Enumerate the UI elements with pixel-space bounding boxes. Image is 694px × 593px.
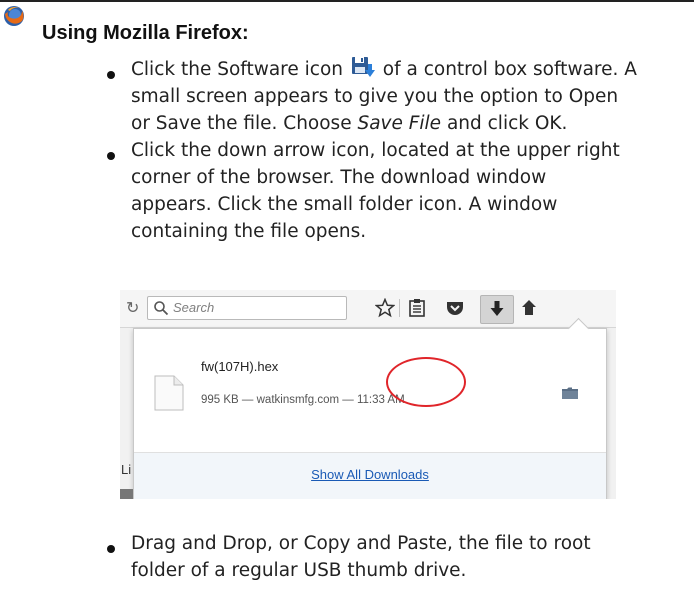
step-1-line-2: small screen appears to give you the opt…	[131, 86, 619, 107]
step-3-line-1: Drag and Drop, or Copy and Paste, the fi…	[131, 533, 591, 554]
download-file-name[interactable]: fw(107H).hex	[201, 359, 278, 374]
background-text: Li	[121, 462, 132, 477]
browser-toolbar: ↻ Search	[120, 290, 616, 328]
step-2-text: Click the down arrow icon, located at th…	[131, 137, 691, 245]
search-icon	[154, 301, 169, 316]
search-input[interactable]: Search	[147, 296, 347, 320]
show-all-downloads-link[interactable]: Show All Downloads	[134, 467, 606, 482]
toolbar-separator	[399, 299, 400, 317]
software-download-icon	[351, 57, 375, 77]
search-placeholder: Search	[173, 300, 215, 315]
step-2-line-2: corner of the browser. The download wind…	[131, 167, 547, 188]
download-button[interactable]	[480, 295, 514, 324]
background-strip	[120, 489, 133, 499]
step-1-line-1b: of a control box software. A	[382, 59, 637, 80]
panel-footer: Show All Downloads	[134, 453, 606, 499]
step-2-line-4: containing the file opens.	[131, 221, 367, 242]
bookmark-star-icon[interactable]	[375, 298, 395, 318]
pocket-icon[interactable]	[445, 298, 465, 318]
step-1-line-3a: or Save the file. Choose	[131, 113, 358, 134]
file-icon	[154, 375, 184, 411]
bookmarks-menu-icon[interactable]	[407, 298, 427, 318]
downloads-panel: fw(107H).hex 995 KB — watkinsmfg.com — 1…	[133, 317, 607, 499]
show-all-downloads-label: Show All Downloads	[311, 467, 429, 482]
step-1-text: Click the Software icon of a control box…	[131, 56, 691, 137]
reload-icon[interactable]: ↻	[126, 298, 139, 317]
down-arrow-icon	[490, 301, 504, 316]
download-file-meta: 995 KB — watkinsmfg.com — 11:33 AM	[201, 394, 405, 406]
folder-icon[interactable]	[562, 387, 578, 399]
bullet	[107, 71, 115, 79]
step-2-line-1: Click the down arrow icon, located at th…	[131, 140, 620, 161]
section-heading: Using Mozilla Firefox:	[42, 22, 249, 44]
firefox-icon	[4, 6, 24, 26]
step-1-emphasis: Save File	[357, 113, 442, 134]
bullet	[107, 152, 115, 160]
step-2-line-3: appears. Click the small folder icon. A …	[131, 194, 558, 215]
highlight-circle	[386, 357, 466, 407]
top-rule	[0, 0, 694, 2]
home-icon-partial[interactable]	[522, 298, 536, 318]
bullet	[107, 545, 115, 553]
step-3-line-2: folder of a regular USB thumb drive.	[131, 560, 467, 581]
step-3-text: Drag and Drop, or Copy and Paste, the fi…	[131, 530, 691, 584]
step-1-line-1a: Click the Software icon	[131, 59, 343, 80]
step-1-line-3b: and click OK.	[441, 113, 568, 134]
browser-screenshot: ↻ Search fw(107H).hex 995 KB — watkinsmf…	[120, 290, 616, 499]
